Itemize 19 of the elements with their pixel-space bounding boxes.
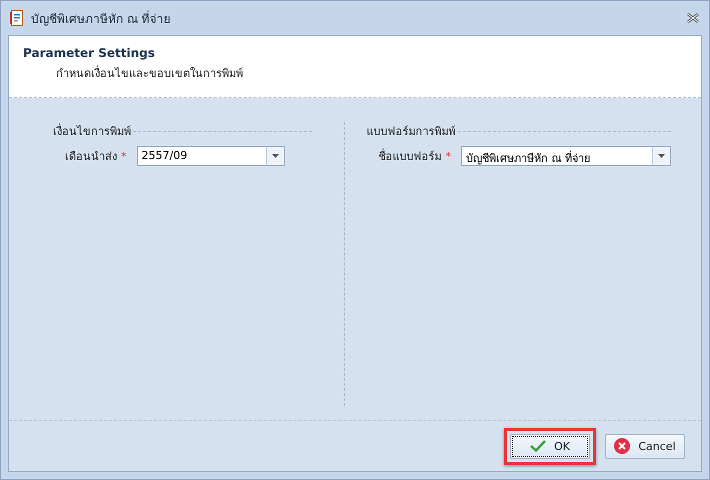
caret-icon <box>658 154 665 158</box>
cancel-button[interactable]: Cancel <box>605 434 685 458</box>
group-title: เงื่อนไขการพิมพ์ <box>53 122 131 140</box>
close-icon[interactable] <box>687 13 699 23</box>
window-title: บัญชีพิเศษภาษีหัก ณ ที่จ่าย <box>31 10 171 28</box>
dropdown-field[interactable]: บัญชีพิเศษภาษีหัก ณ ที่จ่าย <box>461 146 671 166</box>
required-marker: * <box>121 150 126 162</box>
field-label: ชื่อแบบฟอร์ม <box>378 148 442 165</box>
caret-icon <box>272 154 278 158</box>
checkmark-icon <box>530 440 546 452</box>
document-icon <box>10 10 24 26</box>
group-title: แบบฟอร์มการพิมพ์ <box>366 124 456 140</box>
header-title: Parameter Settings <box>23 46 156 60</box>
cancel-icon <box>614 438 630 454</box>
required-marker: * <box>446 150 451 162</box>
dropdown-field[interactable]: 2557/09 <box>136 146 284 166</box>
ok-button[interactable]: OK <box>510 434 590 458</box>
field-label: เดือนนำส่ง <box>65 149 117 165</box>
header-subtitle: กำหนดเงื่อนไขและขอบเขตในการพิมพ์ <box>56 64 244 82</box>
